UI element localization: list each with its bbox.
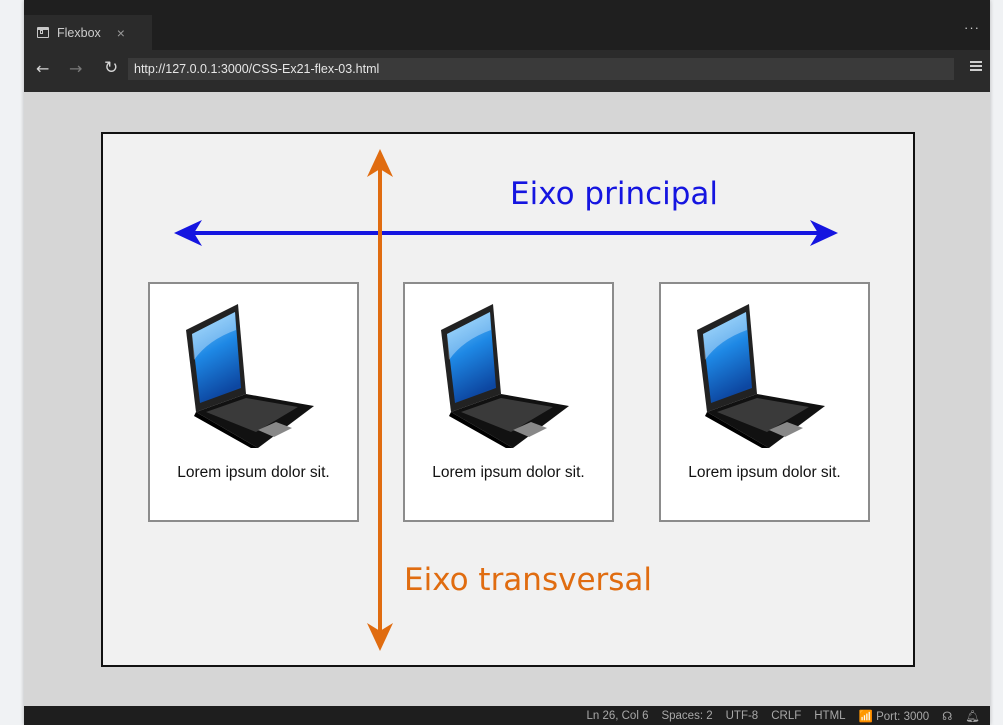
page-icon [37,27,49,38]
tab-bar: Flexbox × ··· [24,0,990,50]
item-text: Lorem ipsum dolor sit. [177,464,330,481]
url-input[interactable]: http://127.0.0.1:3000/CSS-Ex21-flex-03.h… [128,58,954,80]
cursor-position[interactable]: Ln 26, Col 6 [586,710,648,722]
language-mode[interactable]: HTML [814,710,845,722]
more-icon[interactable]: ··· [964,20,980,35]
tab-flexbox[interactable]: Flexbox × [24,15,152,50]
forward-arrow-icon[interactable]: → [69,59,82,78]
laptop-image [441,304,569,448]
status-bar: Ln 26, Col 6 Spaces: 2 UTF-8 CRLF HTML 📶… [24,706,990,725]
item-text: Lorem ipsum dolor sit. [432,464,585,481]
line-ending[interactable]: CRLF [771,710,801,722]
back-arrow-icon[interactable]: ← [36,59,49,78]
bell-icon[interactable]: 🔔︎ [965,709,980,723]
tab-title: Flexbox [57,25,101,40]
laptop-image [697,304,825,448]
item-text: Lorem ipsum dolor sit. [688,464,841,481]
indentation[interactable]: Spaces: 2 [661,710,712,722]
feedback-icon[interactable]: ☊ [942,709,952,723]
reload-icon[interactable]: ↻ [104,58,118,78]
encoding[interactable]: UTF-8 [726,710,759,722]
flex-item-3: Lorem ipsum dolor sit. [659,282,870,522]
broadcast-icon: 📶 [858,711,873,723]
hamburger-menu-icon[interactable] [970,61,982,73]
main-axis-label: Eixo principal [510,176,719,212]
address-bar: ← → ↻ http://127.0.0.1:3000/CSS-Ex21-fle… [24,50,990,92]
page-viewport: Lorem ipsum dolor sit. Lorem ipsum dolor… [24,92,990,706]
laptop-image [186,304,314,448]
flex-item-2: Lorem ipsum dolor sit. [403,282,614,522]
close-icon[interactable]: × [117,25,125,41]
browser-window: Flexbox × ··· ← → ↻ http://127.0.0.1:300… [24,0,990,725]
cross-axis-label: Eixo transversal [404,562,653,598]
flex-item-1: Lorem ipsum dolor sit. [148,282,359,522]
live-server-port[interactable]: 📶 Port: 3000 [859,709,930,723]
